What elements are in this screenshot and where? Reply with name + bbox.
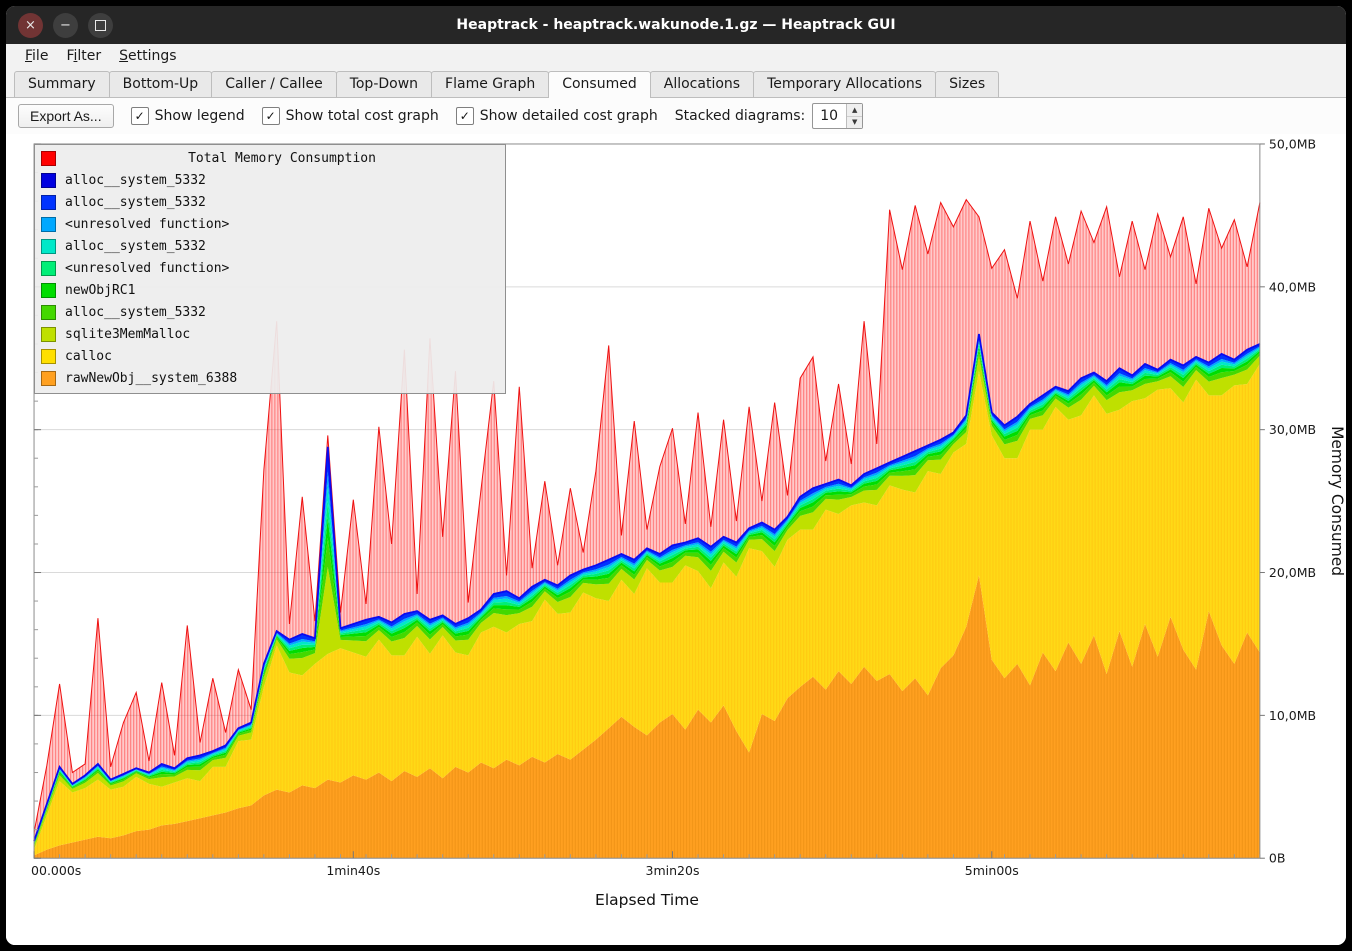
stacked-diagrams-value: 10 [813,104,846,128]
svg-text:40,0MB: 40,0MB [1269,279,1316,294]
legend-label: alloc__system_5332 [65,173,206,188]
legend-label: newObjRC1 [65,283,135,298]
legend-swatch [41,173,56,188]
stacked-diagrams-decrement[interactable]: ▼ [847,117,862,129]
legend-swatch [41,371,56,386]
legend-item: alloc__system_5332 [35,235,505,257]
show-total-cost-graph-group: ✓ Show total cost graph [262,107,439,125]
checkbox-group-container: ✓ Show legend ✓ Show total cost graph ✓ Show … [131,107,658,125]
menu-file[interactable]: File [16,46,57,66]
window-title: Heaptrack - heaptrack.wakunode.1.gz — He… [6,17,1346,33]
legend-swatch [41,217,56,232]
svg-text:1min40s: 1min40s [326,863,380,878]
tab-caller-callee[interactable]: Caller / Callee [211,71,336,97]
toolbar: Export As... ✓ Show legend ✓ Show total cos… [6,98,1346,134]
chart-legend: Total Memory Consumption alloc__system_53… [34,144,506,394]
legend-item: alloc__system_5332 [35,169,505,191]
tab-sizes[interactable]: Sizes [935,71,999,97]
svg-text:5min00s: 5min00s [965,863,1019,878]
legend-swatch-total [41,151,56,166]
legend-label: alloc__system_5332 [65,305,206,320]
show-legend-group: ✓ Show legend [131,107,245,125]
show-total-cost-graph-checkbox[interactable]: ✓ [262,107,280,125]
legend-item: rawNewObj__system_6388 [35,367,505,389]
stacked-diagrams-increment[interactable]: ▲ [847,104,862,117]
titlebar: × − Heaptrack - heaptrack.wakunode.1.gz … [6,6,1346,44]
export-as-button[interactable]: Export As... [18,104,114,128]
legend-title: Total Memory Consumption [65,151,499,166]
show-legend-checkbox[interactable]: ✓ [131,107,149,125]
close-button[interactable]: × [18,13,43,38]
legend-swatch [41,305,56,320]
svg-text:3min20s: 3min20s [645,863,699,878]
show-total-cost-graph-label: Show total cost graph [286,108,439,124]
stacked-diagrams-spinbox[interactable]: 10 ▲ ▼ [812,103,863,129]
legend-item: alloc__system_5332 [35,191,505,213]
svg-text:10,0MB: 10,0MB [1269,708,1316,723]
tab-flame-graph[interactable]: Flame Graph [431,71,549,97]
legend-item: <unresolved function> [35,213,505,235]
legend-label: alloc__system_5332 [65,239,206,254]
menubar: FileFilterSettings [6,44,1346,68]
legend-label: rawNewObj__system_6388 [65,371,237,386]
legend-swatch [41,261,56,276]
stacked-diagrams-label: Stacked diagrams: [675,108,805,124]
legend-label: <unresolved function> [65,261,229,276]
svg-text:50,0MB: 50,0MB [1269,136,1316,151]
legend-swatch [41,195,56,210]
stacked-diagrams-group: Stacked diagrams: 10 ▲ ▼ [675,103,863,129]
svg-text:00.000s: 00.000s [31,863,81,878]
menu-settings[interactable]: Settings [110,46,185,66]
legend-item: newObjRC1 [35,279,505,301]
legend-label: alloc__system_5332 [65,195,206,210]
menu-filter[interactable]: Filter [57,46,110,66]
maximize-icon [95,20,106,31]
show-detailed-cost-graph-checkbox[interactable]: ✓ [456,107,474,125]
svg-text:0B: 0B [1269,851,1286,866]
x-axis-title: Elapsed Time [595,891,699,909]
legend-swatch [41,239,56,254]
tabbar: SummaryBottom-UpCaller / CalleeTop-DownF… [6,68,1346,98]
tab-allocations[interactable]: Allocations [650,71,754,97]
legend-label: <unresolved function> [65,217,229,232]
show-legend-label: Show legend [155,108,245,124]
tab-top-down[interactable]: Top-Down [336,71,432,97]
tab-summary[interactable]: Summary [14,71,110,97]
legend-item: <unresolved function> [35,257,505,279]
svg-text:30,0MB: 30,0MB [1269,422,1316,437]
legend-label: calloc [65,349,112,364]
tab-consumed[interactable]: Consumed [548,71,651,98]
tab-temporary-allocations[interactable]: Temporary Allocations [753,71,936,97]
legend-item: sqlite3MemMalloc [35,323,505,345]
legend-item: alloc__system_5332 [35,301,505,323]
show-detailed-cost-graph-group: ✓ Show detailed cost graph [456,107,658,125]
minimize-button[interactable]: − [53,13,78,38]
maximize-button[interactable] [88,13,113,38]
legend-title-row: Total Memory Consumption [35,147,505,169]
y-axis-title: Memory Consumed [1328,426,1346,576]
show-detailed-cost-graph-label: Show detailed cost graph [480,108,658,124]
legend-item: calloc [35,345,505,367]
memory-consumption-chart[interactable]: 00.000s 1min40s 3min20s 5min00s 0B 10,0MB 20,0… [6,134,1346,945]
stacked-diagrams-spin-buttons: ▲ ▼ [846,104,862,128]
tab-bottom-up[interactable]: Bottom-Up [109,71,213,97]
legend-swatch [41,283,56,298]
heaptrack-window: × − Heaptrack - heaptrack.wakunode.1.gz … [6,6,1346,945]
svg-text:20,0MB: 20,0MB [1269,565,1316,580]
legend-label: sqlite3MemMalloc [65,327,190,342]
legend-swatch [41,327,56,342]
legend-swatch [41,349,56,364]
window-controls: × − [18,13,113,38]
